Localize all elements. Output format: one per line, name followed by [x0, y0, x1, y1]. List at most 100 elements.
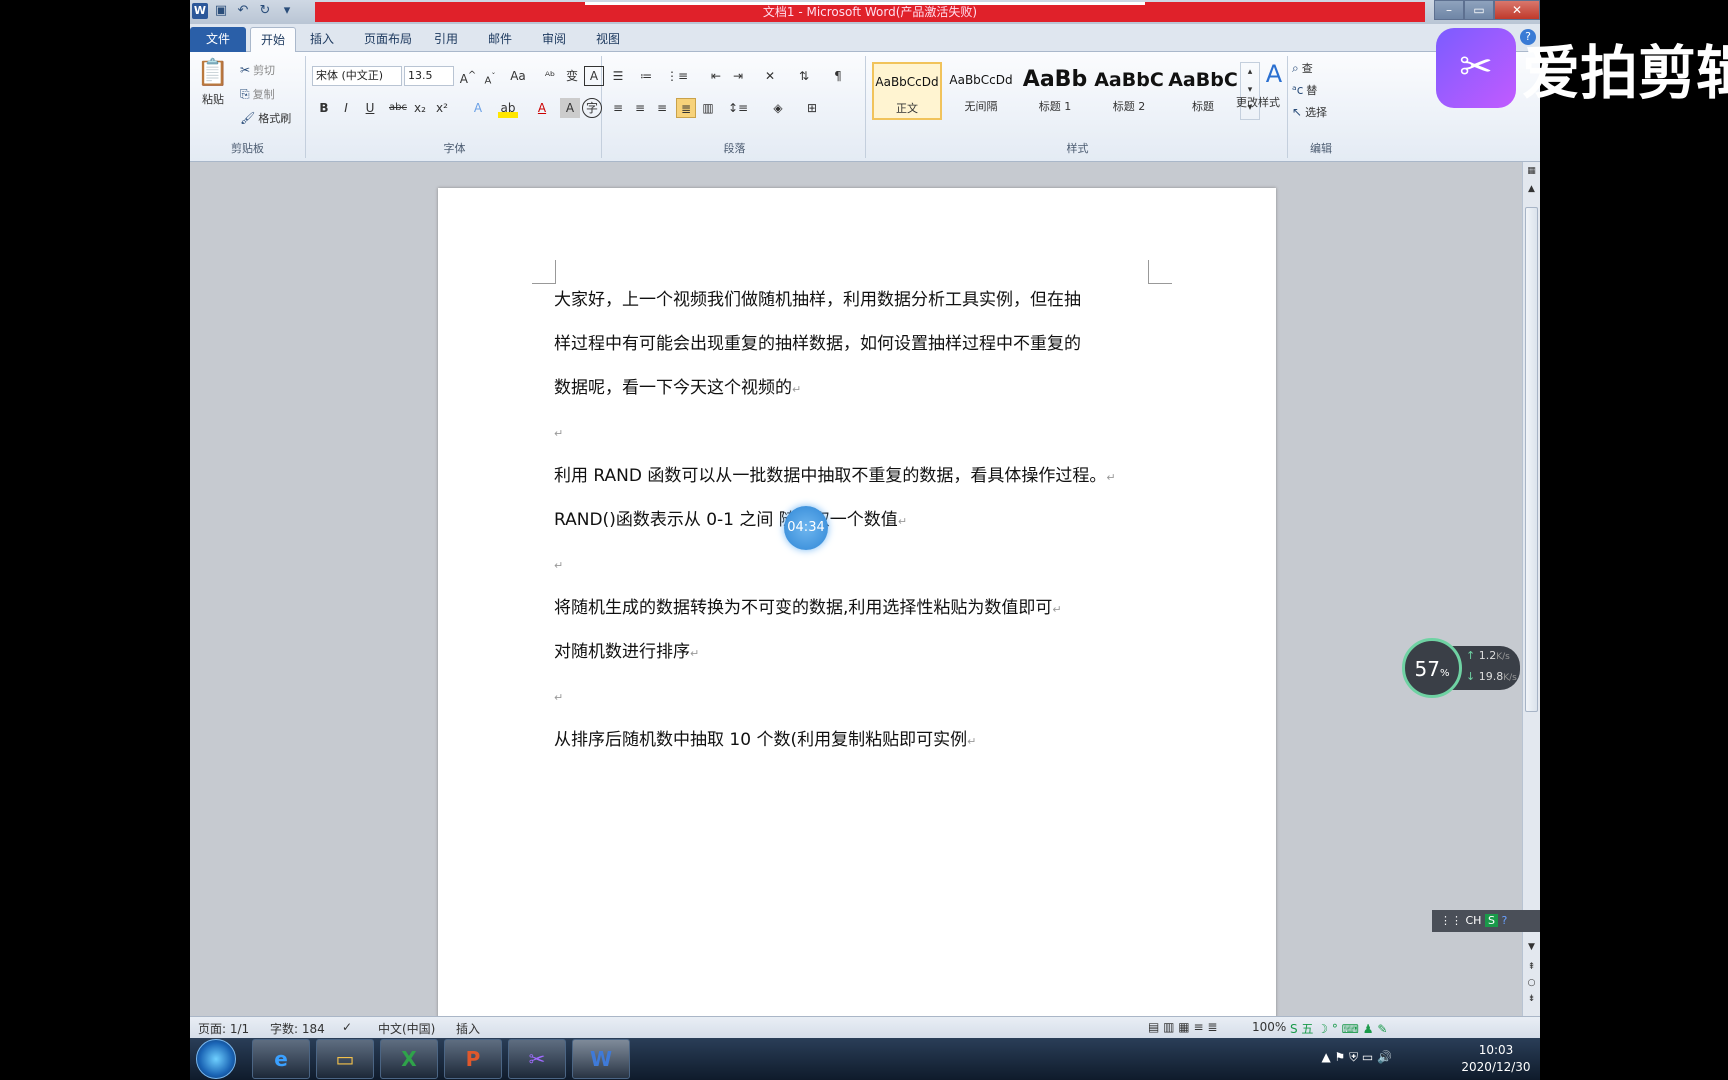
cut-button[interactable]: ✂ 剪切	[240, 62, 275, 78]
grow-font-icon[interactable]: A^	[458, 66, 478, 86]
styles-scroll-icon[interactable]: ▴ ▾ ▾	[1240, 62, 1260, 120]
clear-format-icon[interactable]: ᴬᵇ	[540, 66, 560, 86]
next-page-icon[interactable]: ⇟	[1525, 994, 1538, 1004]
doc-line[interactable]: 将随机生成的数据转换为不可变的数据,利用选择性粘贴为数值即可↵	[554, 586, 1154, 632]
ie-taskbar-icon[interactable]: e	[252, 1039, 310, 1079]
document-page[interactable]: 大家好，上一个视频我们做随机抽样，利用数据分析工具实例，但在抽 样过程中有可能会…	[438, 188, 1276, 1028]
tab-references[interactable]: 引用	[424, 27, 468, 52]
select-button[interactable]: ↖ 选择	[1292, 104, 1327, 120]
style-heading-1[interactable]: AaBb 标题 1	[1020, 62, 1090, 120]
borders-icon[interactable]: ⊞	[802, 98, 822, 118]
subscript-icon[interactable]: x₂	[410, 98, 430, 118]
explorer-taskbar-icon[interactable]: ▭	[316, 1039, 374, 1079]
doc-line[interactable]: 样过程中有可能会出现重复的抽样数据，如何设置抽样过程中不重复的	[554, 322, 1154, 366]
font-name-combo[interactable]: 宋体 (中文正)	[312, 66, 402, 86]
chinese-layout-icon[interactable]: ✕	[760, 66, 780, 86]
doc-empty-line[interactable]: ↵	[554, 542, 1154, 588]
enclose-char-icon[interactable]: 字	[582, 98, 602, 118]
language-indicator[interactable]: 中文(中国)	[378, 1020, 435, 1037]
highlight-icon[interactable]: ab	[498, 98, 518, 118]
customize-qat-icon[interactable]: ▾	[278, 2, 296, 20]
tab-mailings[interactable]: 邮件	[478, 27, 522, 52]
underline-icon[interactable]: U	[360, 98, 380, 118]
proofing-icon[interactable]: ✓	[342, 1020, 352, 1034]
tab-page-layout[interactable]: 页面布局	[354, 27, 422, 52]
tray-icons[interactable]: ▲ ⚑ ⛨ ▭ 🔊	[1321, 1050, 1392, 1065]
distributed-icon[interactable]: ▥	[698, 98, 718, 118]
ime-help-icon[interactable]: ?	[1501, 914, 1507, 927]
scroll-up-icon[interactable]: ▲	[1525, 184, 1538, 194]
clock[interactable]: 10:03 2020/12/30	[1460, 1042, 1532, 1076]
strikethrough-icon[interactable]: abc	[388, 98, 408, 118]
minimize-button[interactable]: –	[1434, 0, 1464, 20]
insert-mode[interactable]: 插入	[456, 1020, 480, 1037]
paste-button[interactable]: 📋 粘贴	[197, 58, 229, 107]
ime-language[interactable]: CH	[1466, 914, 1482, 927]
doc-empty-line[interactable]: ↵	[554, 674, 1154, 720]
ime-toolbar-icons[interactable]: S 五 ☽ ° ⌨ ♟ ✎	[1290, 1020, 1387, 1037]
align-center-icon[interactable]: ≡	[630, 98, 650, 118]
line-spacing-icon[interactable]: ↕≡	[728, 98, 748, 118]
network-monitor-widget[interactable]: ↑ 1.2K/s ↓ 19.8K/s 57%	[1402, 638, 1520, 700]
replace-button[interactable]: ᵃc 替	[1292, 82, 1317, 98]
aipai-taskbar-icon[interactable]: ✂	[508, 1039, 566, 1079]
ruler-toggle-icon[interactable]: ▦	[1525, 166, 1538, 176]
doc-line[interactable]: 对随机数进行排序↵	[554, 630, 1154, 676]
vertical-scrollbar[interactable]: ▦ ▲ ▼ ⇞ ○ ⇟	[1522, 162, 1540, 1016]
doc-line[interactable]: 从排序后随机数中抽取 10 个数(利用复制粘贴即可实例↵	[554, 718, 1154, 764]
change-case-icon[interactable]: Aa	[508, 66, 528, 86]
sort-icon[interactable]: ⇅	[794, 66, 814, 86]
increase-indent-icon[interactable]: ⇥	[728, 66, 748, 86]
start-button[interactable]	[196, 1039, 236, 1079]
maximize-button[interactable]: ▭	[1464, 0, 1494, 20]
doc-empty-line[interactable]: ↵	[554, 410, 1154, 456]
italic-icon[interactable]: I	[336, 98, 356, 118]
save-icon[interactable]: ▣	[212, 2, 230, 20]
superscript-icon[interactable]: x²	[432, 98, 452, 118]
style-title[interactable]: AaBbC 标题	[1168, 62, 1238, 120]
tab-file[interactable]: 文件	[190, 27, 246, 52]
align-left-icon[interactable]: ≡	[608, 98, 628, 118]
word-count[interactable]: 字数: 184	[270, 1020, 325, 1037]
ime-bar[interactable]: ⋮⋮ CH S ?	[1432, 910, 1540, 932]
sogou-icon[interactable]: S	[1484, 914, 1498, 927]
scrollbar-thumb[interactable]	[1525, 207, 1538, 712]
shading-icon[interactable]: ◈	[768, 98, 788, 118]
scroll-down-icon[interactable]: ▼	[1525, 942, 1538, 952]
style-normal[interactable]: AaBbCcDd 正文	[872, 62, 942, 120]
undo-icon[interactable]: ↶	[234, 2, 252, 20]
font-size-combo[interactable]: 13.5	[404, 66, 454, 86]
justify-icon[interactable]: ≣	[676, 98, 696, 118]
style-heading-2[interactable]: AaBbC 标题 2	[1094, 62, 1164, 120]
show-marks-icon[interactable]: ¶	[828, 66, 848, 86]
redo-icon[interactable]: ↻	[256, 2, 274, 20]
style-no-spacing[interactable]: AaBbCcDd 无间隔	[946, 62, 1016, 120]
close-button[interactable]: ✕	[1494, 0, 1540, 20]
word-app-icon[interactable]: W	[192, 3, 208, 19]
decrease-indent-icon[interactable]: ⇤	[706, 66, 726, 86]
change-styles-button[interactable]: A	[1262, 60, 1286, 88]
char-border-icon[interactable]: A	[584, 66, 604, 86]
tab-home[interactable]: 开始	[250, 27, 297, 52]
format-painter-button[interactable]: 🖌 格式刷	[240, 110, 291, 126]
browse-object-icon[interactable]: ○	[1525, 978, 1538, 988]
multilevel-list-icon[interactable]: ⋮≡	[666, 66, 688, 86]
powerpoint-taskbar-icon[interactable]: P	[444, 1039, 502, 1079]
page-count[interactable]: 页面: 1/1	[198, 1020, 249, 1037]
change-styles-label[interactable]: 更改样式	[1230, 94, 1286, 110]
doc-line[interactable]: 利用 RAND 函数可以从一批数据中抽取不重复的数据，看具体操作过程。↵	[554, 454, 1194, 500]
doc-line[interactable]: 数据呢，看一下今天这个视频的↵	[554, 366, 1154, 412]
bold-icon[interactable]: B	[314, 98, 334, 118]
phonetic-guide-icon[interactable]: 变	[562, 66, 582, 86]
word-taskbar-icon[interactable]: W	[572, 1039, 630, 1079]
doc-line[interactable]: RAND()函数表示从 0-1 之间 随机取一个数值↵	[554, 498, 1154, 544]
tab-view[interactable]: 视图	[586, 27, 630, 52]
view-buttons[interactable]: ▤ ▥ ▦ ≡ ≣	[1148, 1020, 1217, 1034]
tab-insert[interactable]: 插入	[300, 27, 344, 52]
text-effects-icon[interactable]: A	[468, 98, 488, 118]
align-right-icon[interactable]: ≡	[652, 98, 672, 118]
zoom-level[interactable]: 100%	[1252, 1020, 1286, 1034]
copy-button[interactable]: ⎘ 复制	[240, 86, 275, 102]
bullets-icon[interactable]: ☰	[608, 66, 628, 86]
char-shading-icon[interactable]: A	[560, 98, 580, 118]
